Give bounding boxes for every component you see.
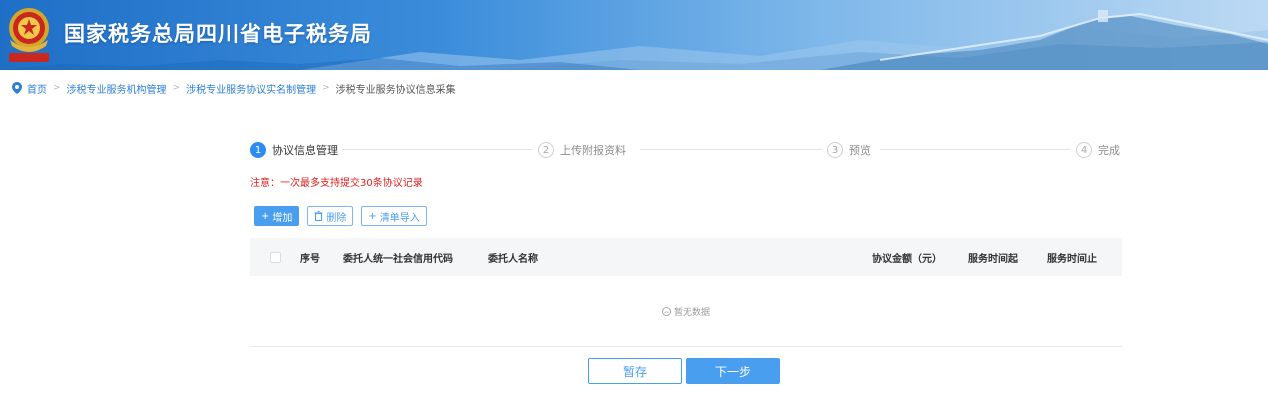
step-label: 协议信息管理 [272, 144, 338, 157]
empty-state-text: 暂无数据 [673, 307, 710, 318]
breadcrumb-item-agency-management[interactable]: 涉税专业服务机构管理 [67, 81, 167, 96]
breadcrumb-current: 涉税专业服务协议信息采集 [335, 84, 456, 96]
step-number: 4 [1076, 142, 1092, 158]
step-connector [640, 149, 822, 150]
step-number: 2 [538, 142, 554, 158]
breadcrumb-separator: > [53, 83, 61, 93]
breadcrumb: 首页 > 涉税专业服务机构管理 > 涉税专业服务协议实名制管理 > 涉税专业服务… [12, 80, 456, 96]
column-header: 委托人名称 [488, 253, 538, 265]
column-header: 序号 [300, 253, 320, 265]
select-all-cell [270, 238, 281, 276]
breadcrumb-separator: > [322, 83, 330, 93]
step-1: 1 协议信息管理 [250, 140, 338, 160]
save-draft-button[interactable]: 暂存 [588, 358, 682, 384]
add-button-label: 增加 [272, 212, 293, 224]
step-indicator: 1 协议信息管理 2 上传附报资料 3 预览 4 完成 [250, 140, 1122, 160]
trash-icon [314, 211, 323, 221]
tax-emblem-icon [9, 8, 49, 62]
step-4: 4 完成 [1076, 140, 1120, 160]
site-title: 国家税务总局四川省电子税务局 [64, 22, 372, 46]
add-button[interactable]: + 增加 [254, 206, 300, 226]
table-header: 序号 委托人统一社会信用代码 委托人名称 协议金额（元） 服务时间起 服务时间止 [250, 238, 1122, 276]
select-all-checkbox[interactable] [270, 251, 281, 263]
column-header: 服务时间止 [1047, 253, 1097, 265]
empty-state: 暂无数据 [250, 276, 1122, 347]
step-number: 3 [827, 142, 843, 158]
step-label: 完成 [1098, 144, 1120, 157]
breadcrumb-home[interactable]: 首页 [27, 81, 47, 96]
breadcrumb-item-realname-management[interactable]: 涉税专业服务协议实名制管理 [186, 81, 316, 96]
import-button-label: 清单导入 [379, 212, 420, 224]
agreement-table: 序号 委托人统一社会信用代码 委托人名称 协议金额（元） 服务时间起 服务时间止… [250, 238, 1122, 347]
column-header: 委托人统一社会信用代码 [343, 253, 453, 265]
import-list-button[interactable]: + 清单导入 [361, 206, 427, 226]
submission-limit-notice: 注意：一次最多支持提交30条协议记录 [250, 178, 423, 189]
next-step-button[interactable]: 下一步 [686, 358, 780, 384]
header-banner: 国家税务总局四川省电子税务局 [0, 0, 1268, 70]
table-toolbar: + 增加 删除 + 清单导入 [254, 206, 427, 226]
step-number: 1 [250, 142, 266, 158]
delete-button-label: 删除 [326, 212, 347, 224]
step-label: 预览 [849, 144, 871, 157]
location-pin-icon [12, 82, 22, 94]
delete-button[interactable]: 删除 [307, 206, 354, 226]
plus-icon: + [368, 210, 377, 222]
step-connector [342, 149, 532, 150]
step-3: 3 预览 [827, 140, 871, 160]
step-label: 上传附报资料 [560, 144, 626, 157]
step-connector [880, 149, 1070, 150]
step-2: 2 上传附报资料 [538, 140, 626, 160]
column-header: 服务时间起 [968, 253, 1018, 265]
plus-icon: + [261, 210, 270, 222]
column-header: 协议金额（元） [872, 253, 942, 265]
breadcrumb-separator: > [172, 83, 181, 93]
empty-face-icon [662, 306, 671, 316]
